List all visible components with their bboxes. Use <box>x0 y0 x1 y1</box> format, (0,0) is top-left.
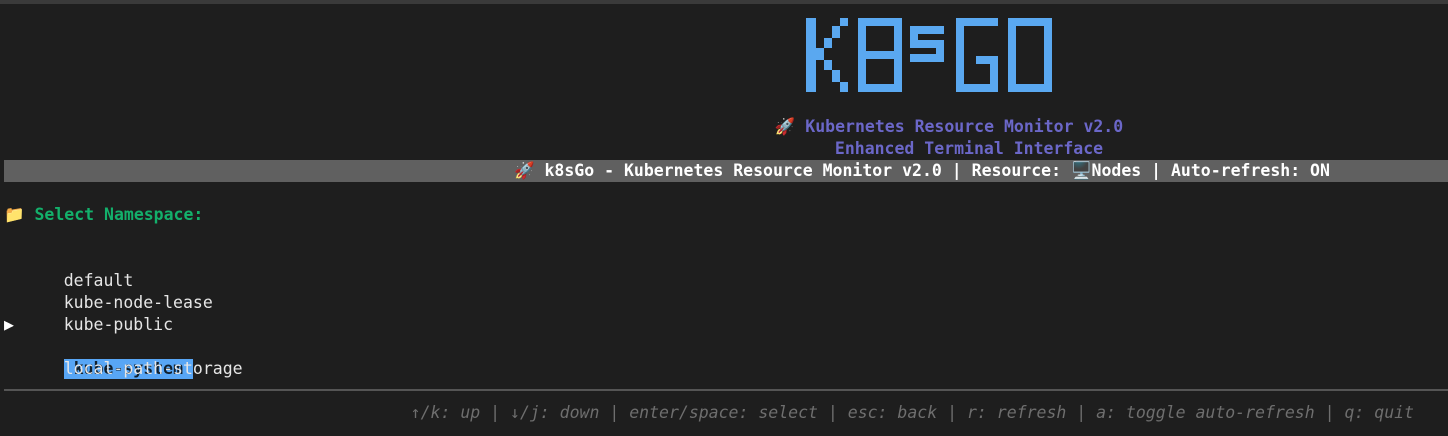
k8sgo-logo <box>806 18 1052 92</box>
namespace-item-default[interactable]: default <box>4 248 243 290</box>
namespace-list: default kube-node-lease kube-public ▶ ku… <box>4 248 243 379</box>
namespace-item-local-path-storage[interactable]: local-path-storage <box>4 336 243 378</box>
namespace-item-kube-public[interactable]: kube-public <box>4 292 243 334</box>
status-bar-text: 🚀 k8sGo - Kubernetes Resource Monitor v2… <box>514 161 1330 180</box>
selection-cursor-icon: ▶ <box>4 315 14 334</box>
namespace-picker-title: 📁 Select Namespace: <box>4 205 204 224</box>
namespace-label: local-path-storage <box>63 359 243 378</box>
app-subtitle: 🚀 Kubernetes Resource Monitor v2.0 <box>774 117 1124 136</box>
app-tagline: Enhanced Terminal Interface <box>834 139 1104 158</box>
keybinding-help: ↑/k: up | ↓/j: down | enter/space: selec… <box>410 403 1414 422</box>
namespace-item-kube-system[interactable]: ▶ kube-system <box>4 314 243 379</box>
window-top-edge <box>0 0 1448 4</box>
footer-divider <box>4 389 1448 391</box>
namespace-item-kube-node-lease[interactable]: kube-node-lease <box>4 270 243 312</box>
